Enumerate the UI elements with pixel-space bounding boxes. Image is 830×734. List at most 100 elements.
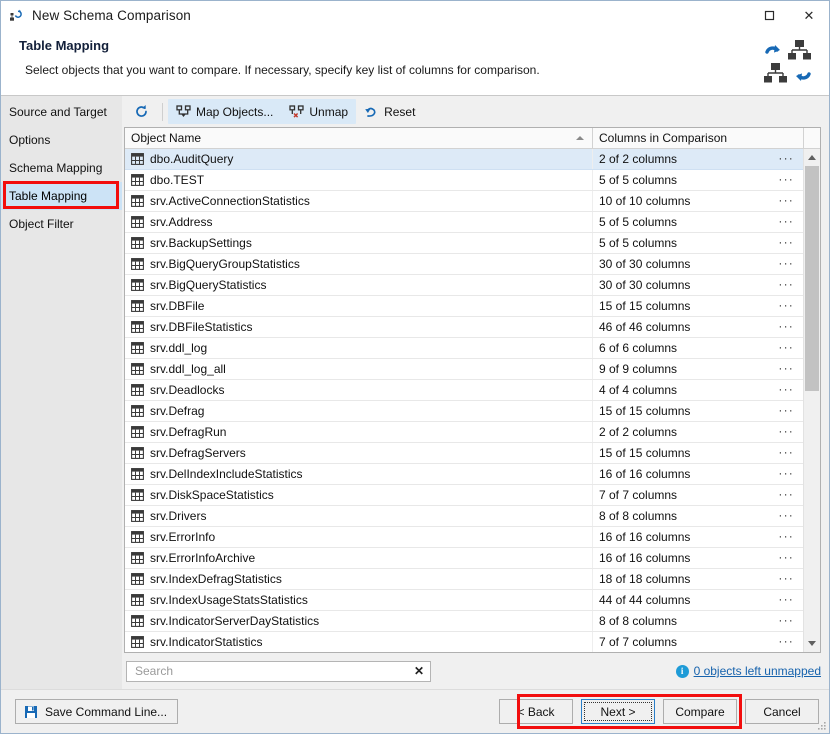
row-menu-button[interactable]: ··· [778, 592, 794, 609]
column-header-object-name[interactable]: Object Name [125, 128, 593, 148]
row-menu-button[interactable]: ··· [778, 277, 794, 294]
row-menu-button[interactable]: ··· [778, 403, 794, 420]
row-menu-button[interactable]: ··· [778, 193, 794, 210]
reset-button[interactable]: Reset [356, 100, 423, 124]
map-unmap-group: Map Objects... Unmap [168, 99, 356, 124]
table-row[interactable]: srv.Address 5 of 5 columns··· [125, 212, 803, 233]
table-row[interactable]: srv.DiskSpaceStatistics7 of 7 columns··· [125, 485, 803, 506]
unmap-button[interactable]: Unmap [281, 100, 356, 124]
scrollbar-thumb[interactable] [805, 166, 819, 391]
table-row[interactable]: srv.ErrorInfoArchive16 of 16 columns··· [125, 548, 803, 569]
compare-button[interactable]: Compare [663, 699, 737, 724]
object-name-label: dbo.TEST [150, 173, 204, 187]
row-menu-button[interactable]: ··· [778, 256, 794, 273]
row-menu-button[interactable]: ··· [778, 235, 794, 252]
table-grid-icon [131, 216, 144, 228]
table-row[interactable]: srv.ddl_log6 of 6 columns··· [125, 338, 803, 359]
clear-search-icon[interactable]: ✕ [410, 664, 424, 678]
wizard-header: Table Mapping Select objects that you wa… [1, 30, 829, 96]
table-row[interactable]: srv.BigQueryStatistics30 of 30 columns··… [125, 275, 803, 296]
table-grid-icon [131, 174, 144, 186]
save-command-line-label: Save Command Line... [45, 705, 167, 719]
row-menu-button[interactable]: ··· [778, 151, 794, 168]
row-menu-button[interactable]: ··· [778, 382, 794, 399]
row-menu-button[interactable]: ··· [778, 613, 794, 630]
next-button[interactable]: Next > [581, 699, 655, 724]
row-menu-button[interactable]: ··· [778, 340, 794, 357]
save-command-line-button[interactable]: Save Command Line... [15, 699, 178, 724]
table-grid-icon [131, 195, 144, 207]
table-row[interactable]: srv.Defrag15 of 15 columns··· [125, 401, 803, 422]
column-header-columns-in-comparison[interactable]: Columns in Comparison [593, 128, 803, 148]
refresh-button[interactable] [126, 100, 157, 124]
sidebar-item-source-and-target[interactable]: Source and Target [1, 98, 122, 126]
row-menu-button[interactable]: ··· [778, 571, 794, 588]
cell-columns-in-comparison: 5 of 5 columns··· [593, 212, 803, 232]
row-menu-button[interactable]: ··· [778, 550, 794, 567]
table-row[interactable]: dbo.AuditQuery2 of 2 columns··· [125, 149, 803, 170]
cell-columns-in-comparison: 16 of 16 columns··· [593, 464, 803, 484]
row-menu-button[interactable]: ··· [778, 487, 794, 504]
row-menu-button[interactable]: ··· [778, 466, 794, 483]
table-row[interactable]: srv.ErrorInfo16 of 16 columns··· [125, 527, 803, 548]
search-box[interactable]: ✕ [126, 661, 431, 682]
table-row[interactable]: srv.Drivers8 of 8 columns··· [125, 506, 803, 527]
scrollbar-track[interactable] [804, 166, 820, 635]
object-name-label: srv.DefragServers [150, 446, 246, 460]
table-row[interactable]: srv.ActiveConnectionStatistics10 of 10 c… [125, 191, 803, 212]
table-row[interactable]: srv.IndicatorStatistics7 of 7 columns··· [125, 632, 803, 652]
map-objects-button[interactable]: Map Objects... [168, 100, 281, 124]
sidebar-item-object-filter[interactable]: Object Filter [1, 210, 122, 238]
scroll-up-button[interactable] [804, 149, 820, 166]
sidebar-item-table-mapping[interactable]: Table Mapping [1, 182, 122, 210]
table-row[interactable]: srv.IndexUsageStatsStatistics44 of 44 co… [125, 590, 803, 611]
cell-columns-in-comparison: 6 of 6 columns ··· [593, 338, 803, 358]
row-menu-button[interactable]: ··· [778, 214, 794, 231]
table-grid-icon [131, 426, 144, 438]
table-row[interactable]: srv.IndicatorServerDayStatistics8 of 8 c… [125, 611, 803, 632]
row-menu-button[interactable]: ··· [778, 634, 794, 651]
cell-object-name: srv.ddl_log_all [125, 359, 593, 379]
table-row[interactable]: srv.Deadlocks4 of 4 columns··· [125, 380, 803, 401]
resize-grip[interactable] [815, 720, 827, 732]
columns-in-comparison-label: 2 of 2 columns [599, 425, 677, 439]
table-row[interactable]: srv.DelIndexIncludeStatistics16 of 16 co… [125, 464, 803, 485]
close-button[interactable]: ✕ [789, 1, 829, 30]
grid-vertical-scrollbar[interactable] [803, 149, 820, 652]
table-row[interactable]: dbo.TEST5 of 5 columns··· [125, 170, 803, 191]
columns-in-comparison-label: 6 of 6 columns [599, 341, 677, 355]
columns-in-comparison-label: 10 of 10 columns [599, 194, 690, 208]
unmapped-objects-link[interactable]: 0 objects left unmapped [694, 664, 821, 678]
row-menu-button[interactable]: ··· [778, 319, 794, 336]
row-menu-button[interactable]: ··· [778, 529, 794, 546]
table-row[interactable]: srv.BackupSettings5 of 5 columns··· [125, 233, 803, 254]
table-row[interactable]: srv.DefragRun2 of 2 columns··· [125, 422, 803, 443]
row-menu-button[interactable]: ··· [778, 424, 794, 441]
row-menu-button[interactable]: ··· [778, 172, 794, 189]
row-menu-button[interactable]: ··· [778, 298, 794, 315]
table-row[interactable]: srv.DBFileStatistics46 of 46 columns··· [125, 317, 803, 338]
scroll-down-button[interactable] [804, 635, 820, 652]
table-row[interactable]: srv.BigQueryGroupStatistics30 of 30 colu… [125, 254, 803, 275]
object-name-label: srv.Address [150, 215, 212, 229]
object-name-label: srv.ddl_log_all [150, 362, 226, 376]
cell-columns-in-comparison: 30 of 30 columns··· [593, 254, 803, 274]
table-row[interactable]: srv.IndexDefragStatistics18 of 18 column… [125, 569, 803, 590]
sidebar-item-options[interactable]: Options [1, 126, 122, 154]
row-menu-button[interactable]: ··· [778, 445, 794, 462]
save-disk-icon [24, 705, 38, 719]
cell-object-name: srv.BigQueryStatistics [125, 275, 593, 295]
table-row[interactable]: srv.DefragServers15 of 15 columns··· [125, 443, 803, 464]
maximize-button[interactable] [749, 1, 789, 30]
table-row[interactable]: srv.DBFile15 of 15 columns··· [125, 296, 803, 317]
table-row[interactable]: srv.ddl_log_all9 of 9 columns··· [125, 359, 803, 380]
search-input[interactable] [133, 663, 410, 679]
back-button[interactable]: < Back [499, 699, 573, 724]
sidebar-item-schema-mapping[interactable]: Schema Mapping [1, 154, 122, 182]
row-menu-button[interactable]: ··· [778, 361, 794, 378]
cancel-button[interactable]: Cancel [745, 699, 819, 724]
table-grid-icon [131, 615, 144, 627]
cell-columns-in-comparison: 7 of 7 columns··· [593, 485, 803, 505]
row-menu-button[interactable]: ··· [778, 508, 794, 525]
object-name-label: srv.ErrorInfo [150, 530, 215, 544]
